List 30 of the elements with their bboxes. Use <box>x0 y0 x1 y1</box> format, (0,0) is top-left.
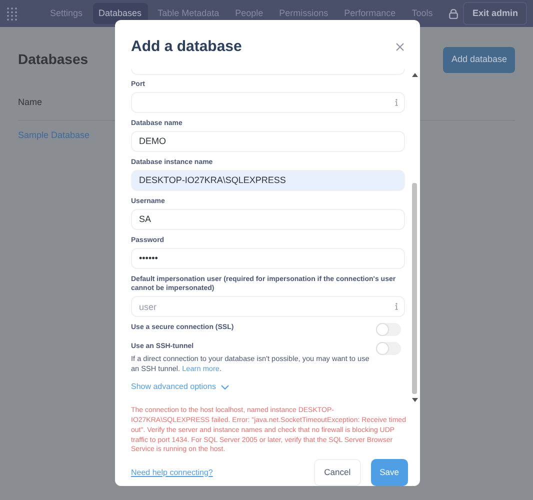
column-header: Name <box>18 96 42 108</box>
lock-icon[interactable] <box>448 8 458 18</box>
nav-tab[interactable]: Databases <box>92 2 148 24</box>
chevron-down-icon <box>220 384 229 390</box>
exit-admin-button[interactable]: Exit admin <box>463 2 527 26</box>
input-field[interactable]: DESKTOP-IO27KRA\SQLEXPRESS <box>131 170 405 191</box>
nav-tab[interactable]: Performance <box>338 2 402 24</box>
nav-tab[interactable]: Table Metadata <box>152 2 226 24</box>
save-button[interactable]: Save <box>370 459 408 486</box>
input-field[interactable]: DEMO <box>131 130 405 152</box>
info-icon[interactable] <box>395 98 398 106</box>
logo-icon[interactable] <box>6 6 20 20</box>
add-database-button[interactable]: Add database <box>443 47 515 72</box>
close-icon[interactable] <box>396 43 404 52</box>
advanced-options-link[interactable]: Show advanced options <box>131 381 229 394</box>
nav-tab[interactable]: Tools <box>406 2 439 24</box>
input-field[interactable]: •••••• <box>131 248 405 269</box>
nav-tab[interactable]: Settings <box>44 2 89 24</box>
cancel-button[interactable]: Cancel <box>314 459 361 486</box>
nav-tab[interactable]: People <box>229 2 270 24</box>
info-icon[interactable] <box>395 303 398 310</box>
nav-tab[interactable]: Permissions <box>273 2 334 24</box>
input-field[interactable]: user <box>131 296 405 318</box>
input-field[interactable]: SA <box>131 208 405 230</box>
page-title: Databases <box>18 50 88 70</box>
toggle-switch[interactable] <box>376 323 401 336</box>
toggle-switch[interactable] <box>376 342 401 356</box>
modal-title: Add a database <box>131 37 242 57</box>
help-link[interactable]: Need help connecting? <box>131 466 213 479</box>
input-field[interactable] <box>131 92 405 113</box>
